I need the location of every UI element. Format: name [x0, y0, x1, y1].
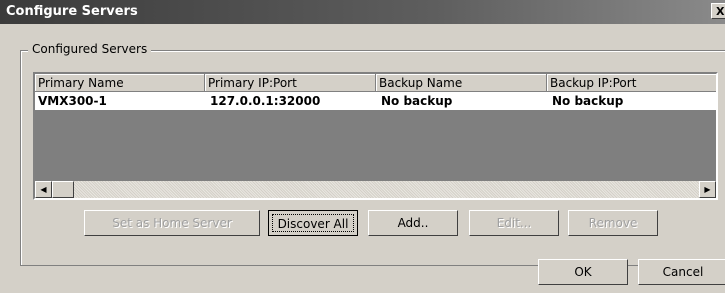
cancel-button[interactable]: Cancel — [638, 259, 725, 285]
group-label: Configured Servers — [28, 42, 152, 56]
scroll-right-icon[interactable]: ▶ — [699, 181, 716, 198]
list-header: Primary Name Primary IP:Port Backup Name… — [35, 74, 716, 92]
scroll-left-icon[interactable]: ◀ — [35, 181, 52, 198]
column-header-backup-ip-port[interactable]: Backup IP:Port — [547, 74, 716, 92]
ok-button[interactable]: OK — [538, 259, 628, 285]
column-header-backup-name[interactable]: Backup Name — [376, 74, 547, 92]
add-button[interactable]: Add.. — [368, 210, 458, 236]
window-title: Configure Servers — [6, 4, 138, 19]
servers-list[interactable]: Primary Name Primary IP:Port Backup Name… — [33, 72, 718, 200]
horizontal-scrollbar[interactable]: ◀ ▶ — [35, 181, 716, 198]
scroll-thumb[interactable] — [52, 181, 74, 198]
title-bar: Configure Servers X — [0, 0, 725, 24]
edit-button[interactable]: Edit... — [469, 210, 559, 236]
set-home-server-button[interactable]: Set as Home Server — [84, 210, 260, 236]
close-icon[interactable]: X — [711, 3, 725, 19]
cell-primary-ip-port: 127.0.0.1:32000 — [210, 94, 321, 108]
cell-backup-name: No backup — [381, 94, 453, 108]
cell-primary-name: VMX300-1 — [38, 94, 107, 108]
discover-all-button[interactable]: Discover All — [268, 210, 358, 236]
remove-button[interactable]: Remove — [568, 210, 658, 236]
cell-backup-ip-port: No backup — [552, 94, 624, 108]
column-header-primary-name[interactable]: Primary Name — [35, 74, 205, 92]
discover-all-label: Discover All — [272, 214, 354, 232]
column-header-primary-ip-port[interactable]: Primary IP:Port — [205, 74, 376, 92]
table-row[interactable]: VMX300-1 127.0.0.1:32000 No backup No ba… — [35, 92, 716, 110]
